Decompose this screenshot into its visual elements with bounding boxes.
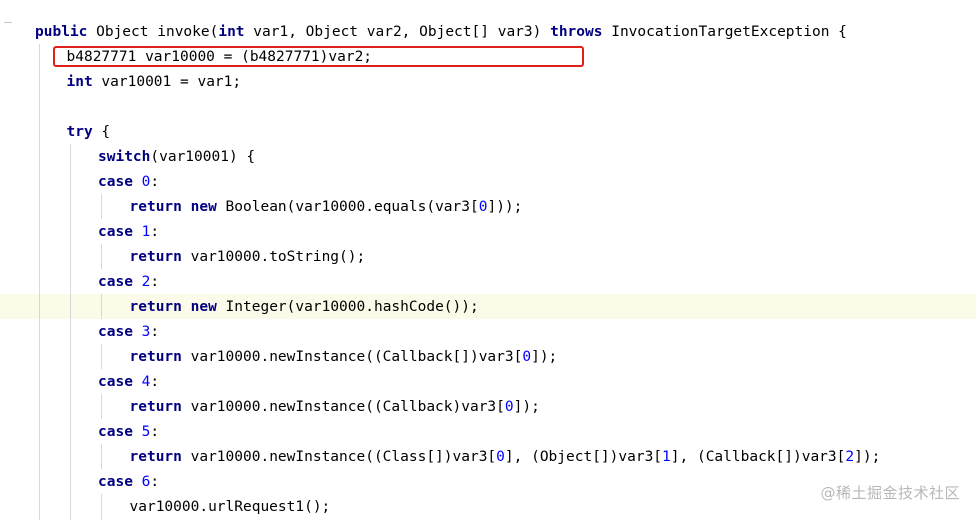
keyword-token: case xyxy=(98,424,133,440)
code-token: var10000.urlRequest1(); xyxy=(129,499,331,515)
code-line[interactable]: return var10000.toString(); xyxy=(130,245,366,270)
code-line[interactable]: case 2: xyxy=(98,270,159,295)
keyword-token: try xyxy=(66,124,93,140)
number-token: 0 xyxy=(504,399,514,415)
keyword-token: throws xyxy=(550,24,603,40)
code-token: var1, Object var2, Object[] var3) xyxy=(244,24,551,40)
code-token: var10000.toString(); xyxy=(181,249,366,265)
indent-guide xyxy=(101,394,102,419)
code-token: Boolean(var10000.equals(var3[ xyxy=(216,199,479,215)
code-token: (var10001) { xyxy=(150,149,256,165)
keyword-token: int xyxy=(218,24,245,40)
code-token: { xyxy=(92,124,111,140)
keyword-token: return xyxy=(129,199,182,215)
keyword-token: return xyxy=(129,349,182,365)
code-line[interactable]: try { xyxy=(67,120,111,145)
code-token: ])); xyxy=(487,199,523,215)
keyword-token: case xyxy=(98,274,133,290)
code-line[interactable]: switch(var10001) { xyxy=(98,145,255,170)
number-token: 1 xyxy=(662,449,671,465)
watermark: @稀土掘金技术社区 xyxy=(820,484,960,502)
keyword-token: new xyxy=(190,199,217,215)
keyword-token: return xyxy=(129,449,182,465)
code-token: : xyxy=(150,424,160,440)
indent-guide xyxy=(101,194,102,219)
code-line[interactable]: return new Boolean(var10000.equals(var3[… xyxy=(130,195,523,220)
code-token: : xyxy=(150,374,160,390)
code-line[interactable]: return var10000.newInstance((Class[])var… xyxy=(130,445,881,470)
code-line[interactable]: case 5: xyxy=(98,420,159,445)
code-line[interactable]: return var10000.newInstance((Callback[])… xyxy=(130,345,558,370)
code-token: ]); xyxy=(531,349,558,365)
indent-guide xyxy=(101,294,102,319)
code-token: ], (Callback[])var3[ xyxy=(670,449,846,465)
number-token: 0 xyxy=(496,449,505,465)
keyword-token: return xyxy=(129,249,182,265)
keyword-token: int xyxy=(66,74,93,90)
keyword-token: return xyxy=(129,299,182,315)
code-token: : xyxy=(150,474,160,490)
code-line[interactable]: return var10000.newInstance((Callback)va… xyxy=(130,395,540,420)
keyword-token: switch xyxy=(98,149,151,165)
code-line[interactable]: case 6: xyxy=(98,470,159,495)
keyword-token: case xyxy=(98,474,133,490)
code-token: : xyxy=(150,224,160,240)
keyword-token: case xyxy=(98,224,133,240)
keyword-token: case xyxy=(98,374,133,390)
code-editor[interactable]: public Object invoke(int var1, Object va… xyxy=(0,0,976,520)
code-line[interactable]: case 4: xyxy=(98,370,159,395)
code-token: var10000.newInstance((Callback)var3[ xyxy=(181,399,505,415)
indent-guide xyxy=(101,444,102,469)
code-token: ]); xyxy=(513,399,540,415)
code-token: var10001 = var1; xyxy=(92,74,242,90)
indent-guide xyxy=(101,344,102,369)
code-token: var10000.newInstance((Callback[])var3[ xyxy=(181,349,523,365)
code-token: ], (Object[])var3[ xyxy=(504,449,663,465)
code-token: ]); xyxy=(854,449,881,465)
keyword-token: public xyxy=(35,24,88,40)
keyword-token: new xyxy=(190,299,217,315)
code-token: : xyxy=(150,324,160,340)
annotation-highlight-box xyxy=(53,46,584,67)
fold-marker[interactable] xyxy=(4,22,12,23)
code-line[interactable]: case 3: xyxy=(98,320,159,345)
indent-guide xyxy=(39,44,40,520)
code-line[interactable]: public Object invoke(int var1, Object va… xyxy=(35,20,847,45)
keyword-token: case xyxy=(98,324,133,340)
code-token: InvocationTargetException { xyxy=(602,24,847,40)
indent-guide xyxy=(70,144,71,520)
indent-guide xyxy=(101,244,102,269)
code-line[interactable]: var10000.urlRequest1(); xyxy=(130,495,331,520)
indent-guide xyxy=(101,494,102,520)
number-token: 0 xyxy=(522,349,532,365)
code-token: Object invoke( xyxy=(87,24,219,40)
code-token: var10000.newInstance((Class[])var3[ xyxy=(181,449,497,465)
code-token: : xyxy=(150,174,160,190)
keyword-token: return xyxy=(129,399,182,415)
code-line[interactable]: int var10001 = var1; xyxy=(67,70,242,95)
code-token: Integer(var10000.hashCode()); xyxy=(216,299,479,315)
code-line[interactable]: case 0: xyxy=(98,170,159,195)
code-line[interactable]: return new Integer(var10000.hashCode()); xyxy=(130,295,479,320)
code-line[interactable]: case 1: xyxy=(98,220,159,245)
keyword-token: case xyxy=(98,174,133,190)
number-token: 2 xyxy=(845,449,855,465)
code-token: : xyxy=(150,274,160,290)
